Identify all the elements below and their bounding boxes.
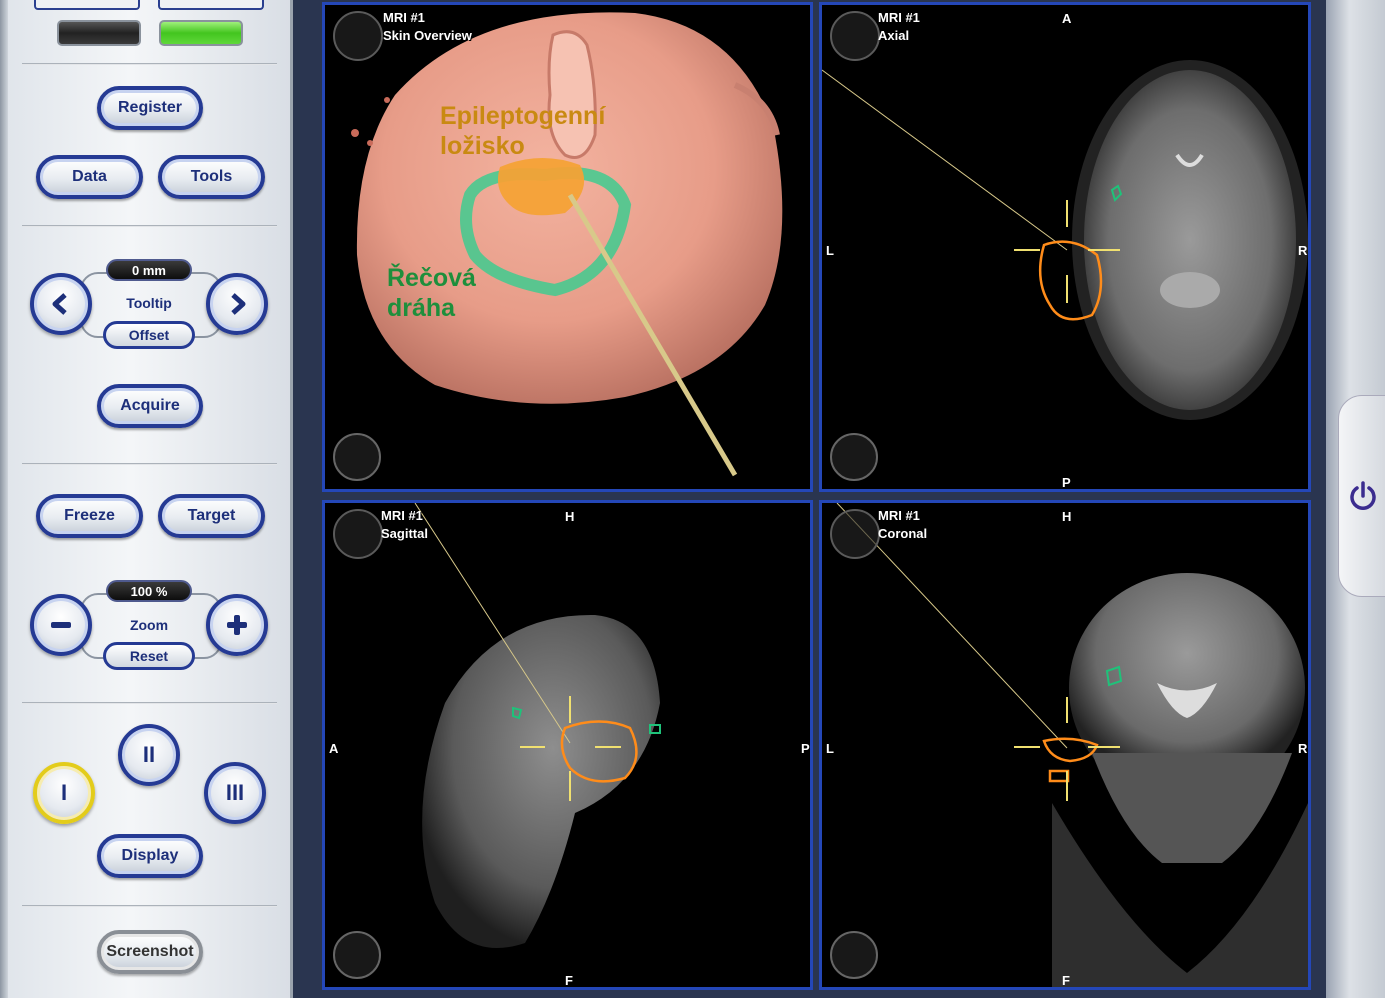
coronal-viewport[interactable]: MRI #1 Coronal H F L R (819, 500, 1311, 990)
sagittal-viewport[interactable]: MRI #1 Sagittal H F A P (322, 500, 813, 990)
acquire-button[interactable]: Acquire (97, 384, 203, 428)
sagittal-mri-slice (414, 503, 661, 948)
target-button[interactable]: Target (158, 494, 265, 538)
minus-icon (51, 622, 71, 628)
axial-mri-slice (822, 60, 1308, 420)
tooltip-offset-readout: 0 mm (106, 259, 192, 281)
zoom-reset-button[interactable]: Reset (103, 642, 195, 670)
orientation-left: L (826, 741, 834, 756)
tooltip-decrease-button[interactable] (30, 273, 92, 335)
orientation-left: L (826, 243, 834, 258)
skin-overview-viewport[interactable]: MRI #1 Skin Overview Epileptogenní ložis… (322, 2, 813, 492)
eye-icon[interactable] (333, 11, 383, 61)
top-slot-left (34, 0, 140, 10)
view-title: MRI #1 Sagittal (381, 508, 428, 541)
tract-annotation: Řečová dráha (387, 264, 476, 322)
power-button[interactable] (1338, 395, 1385, 597)
zoom-tool-icon[interactable] (333, 433, 381, 481)
view-title: MRI #1 Coronal (878, 508, 928, 541)
orientation-top: H (565, 509, 575, 524)
focus-annotation: Epileptogenní ložisko (440, 102, 606, 160)
eye-icon[interactable] (830, 509, 880, 559)
view-title: MRI #1 Axial (878, 10, 920, 43)
divider (22, 63, 277, 65)
freeze-button[interactable]: Freeze (36, 494, 143, 538)
eye-icon[interactable] (830, 11, 880, 61)
chevron-right-icon (231, 293, 246, 315)
tooltip-caption: Tooltip (126, 295, 172, 311)
layout-three-button[interactable]: III (204, 762, 266, 824)
skin-3d-render (351, 12, 783, 477)
display-button[interactable]: Display (97, 834, 203, 878)
coronal-mri-slice (836, 503, 1308, 987)
zoom-tool-icon[interactable] (830, 433, 878, 481)
zoom-caption: Zoom (129, 617, 169, 633)
orientation-right: R (1298, 741, 1308, 756)
orientation-left: A (329, 741, 339, 756)
chevron-left-icon (52, 293, 67, 315)
zoom-tool-icon[interactable] (333, 931, 381, 979)
zoom-readout: 100 % (106, 580, 192, 602)
divider (22, 905, 277, 907)
orientation-right: P (801, 741, 810, 756)
orientation-bottom: P (1062, 475, 1071, 490)
data-button[interactable]: Data (36, 155, 143, 199)
divider (22, 225, 277, 227)
eye-icon[interactable] (333, 509, 383, 559)
tools-button[interactable]: Tools (158, 155, 265, 199)
zoom-in-button[interactable] (206, 594, 268, 656)
view-title: MRI #1 Skin Overview (383, 10, 472, 43)
control-panel: Register Data Tools 0 mm Tooltip Offset … (0, 0, 293, 998)
orientation-bottom: F (1062, 973, 1070, 988)
register-button[interactable]: Register (97, 86, 203, 130)
orientation-right: R (1298, 243, 1308, 258)
layout-two-button[interactable]: II (118, 724, 180, 786)
power-icon (1349, 481, 1376, 510)
divider (22, 702, 277, 704)
layout-one-button[interactable]: I (33, 762, 95, 824)
status-led-off (57, 20, 141, 46)
orientation-bottom: F (565, 973, 573, 988)
zoom-out-button[interactable] (30, 594, 92, 656)
orientation-top: H (1062, 509, 1072, 524)
tooltip-increase-button[interactable] (206, 273, 268, 335)
offset-button[interactable]: Offset (103, 321, 195, 349)
orientation-top: A (1062, 11, 1072, 26)
divider (22, 463, 277, 465)
screenshot-button[interactable]: Screenshot (97, 930, 203, 974)
zoom-tool-icon[interactable] (830, 931, 878, 979)
axial-viewport[interactable]: MRI #1 Axial A P L R (819, 2, 1311, 492)
status-led-on (159, 20, 243, 46)
top-slot-right (158, 0, 264, 10)
plus-icon (227, 615, 247, 635)
panel-edge (0, 0, 8, 998)
